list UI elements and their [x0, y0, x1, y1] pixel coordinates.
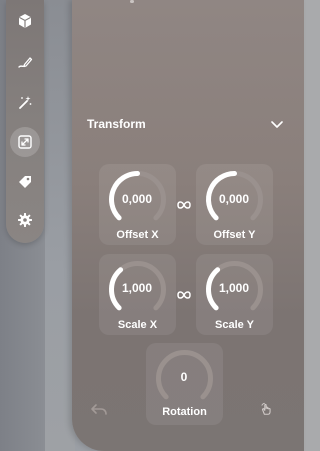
scale-y-value: 1,000 — [218, 281, 250, 295]
scale-y-control[interactable]: 1,000 Scale Y — [196, 254, 273, 335]
panel-top-marker — [130, 0, 134, 3]
background-wall — [45, 0, 75, 451]
chevron-down-icon[interactable] — [270, 120, 284, 129]
offset-y-label: Offset Y — [213, 229, 256, 241]
rotation-control[interactable]: 0 Rotation — [146, 343, 223, 425]
sidebar-item-transform[interactable] — [10, 127, 40, 157]
offset-y-value: 0,000 — [218, 192, 250, 206]
scale-x-control[interactable]: 1,000 Scale X — [99, 254, 176, 335]
scale-y-label: Scale Y — [215, 319, 254, 331]
offset-x-value: 0,000 — [121, 192, 153, 206]
rotation-value: 0 — [180, 370, 188, 384]
offset-y-control[interactable]: 0,000 Offset Y — [196, 164, 273, 245]
sidebar-item-tags[interactable] — [10, 167, 40, 197]
hand-pointer-icon[interactable] — [258, 402, 276, 416]
offset-x-control[interactable]: 0,000 Offset X — [99, 164, 176, 245]
pencil-draw-icon — [18, 57, 33, 68]
section-title-transform: Transform — [87, 117, 146, 131]
sidebar-item-draw[interactable] — [10, 47, 40, 77]
sidebar-item-settings[interactable] — [10, 205, 40, 235]
offset-x-label: Offset X — [116, 229, 159, 241]
sidebar-item-objects[interactable] — [10, 6, 40, 36]
gear-icon — [18, 213, 32, 227]
resize-icon — [18, 135, 32, 149]
cube-icon — [19, 14, 31, 28]
link-scale-icon[interactable] — [176, 290, 192, 300]
scale-x-value: 1,000 — [121, 281, 153, 295]
rotation-label: Rotation — [162, 406, 207, 418]
sidebar-item-effects[interactable] — [10, 87, 40, 117]
undo-icon[interactable] — [90, 403, 108, 417]
tag-icon — [19, 176, 31, 188]
scale-x-label: Scale X — [117, 319, 158, 331]
magic-wand-icon — [19, 96, 32, 109]
link-offset-icon[interactable] — [176, 200, 192, 210]
tool-sidebar — [6, 0, 44, 243]
